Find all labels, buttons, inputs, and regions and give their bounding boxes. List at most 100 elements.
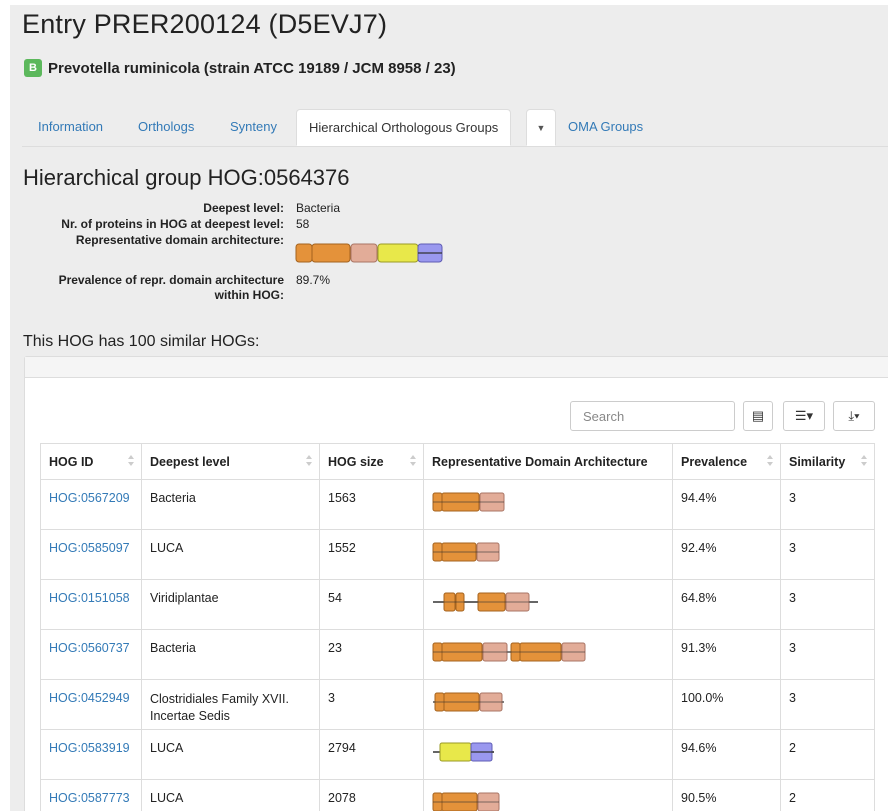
cell-hog-size: 2078 — [319, 779, 424, 811]
nr-proteins-label: Nr. of proteins in HOG at deepest level: — [61, 217, 284, 231]
download-icon[interactable]: ⤓▾ — [833, 401, 875, 431]
cell-similarity: 3 — [780, 479, 875, 530]
hog-id-link[interactable]: HOG:0583919 — [49, 741, 130, 755]
cell-domain-architecture — [423, 479, 673, 530]
domain-pink — [350, 243, 378, 263]
cell-similarity: 3 — [780, 629, 875, 680]
similar-hogs-panel: ▤ ☰▾ ⤓▾ HOG ID Deepest level HOG size Re… — [24, 356, 888, 811]
entry-tabs: Information Orthologs Synteny Hierarchic… — [22, 109, 888, 147]
cell-prevalence: 94.4% — [672, 479, 781, 530]
cell-hog-id: HOG:0567209 — [40, 479, 142, 530]
header-similarity[interactable]: Similarity — [780, 443, 875, 480]
tab-dropdown-caret-icon[interactable]: ▼ — [526, 109, 556, 146]
cell-similarity: 3 — [780, 529, 875, 580]
domain-architecture — [433, 592, 538, 612]
hog-id-link[interactable]: HOG:0151058 — [49, 591, 130, 605]
table-row: HOG:0452949 Clostridiales Family XVII. I… — [40, 679, 875, 730]
cell-deepest-level: LUCA — [141, 529, 320, 580]
nr-proteins-value: 58 — [296, 217, 310, 231]
entry-title: Entry PRER200124 (D5EVJ7) — [22, 9, 388, 39]
header-deepest-level[interactable]: Deepest level — [141, 443, 320, 480]
repr-arch-label: Representative domain architecture: — [75, 233, 284, 247]
sort-icon — [128, 455, 134, 467]
domain-badge: B — [24, 59, 42, 77]
cell-domain-architecture — [423, 529, 673, 580]
cell-hog-size: 54 — [319, 579, 424, 630]
hog-id-link[interactable]: HOG:0587773 — [49, 791, 130, 805]
domain-yellow — [439, 742, 472, 762]
hog-id-link[interactable]: HOG:0560737 — [49, 641, 130, 655]
cell-hog-size: 1563 — [319, 479, 424, 530]
domain-orange — [295, 243, 313, 263]
cell-domain-architecture — [423, 629, 673, 680]
header-label: Prevalence — [681, 454, 748, 469]
cell-hog-id: HOG:0452949 — [40, 679, 142, 730]
domain-architecture — [432, 642, 586, 662]
sort-icon — [861, 455, 867, 467]
deepest-level-value: Bacteria — [296, 201, 341, 215]
table-row: HOG:0151058 Viridiplantae 54 64.8% 3 — [40, 579, 875, 630]
cell-deepest-level: LUCA — [141, 779, 320, 811]
cell-prevalence: 100.0% — [672, 679, 781, 730]
domain-architecture — [432, 542, 500, 562]
hog-id-link[interactable]: HOG:0585097 — [49, 541, 130, 555]
cell-deepest-level: Bacteria — [141, 629, 320, 680]
tab-synteny[interactable]: Synteny — [230, 109, 277, 145]
panel-header — [25, 357, 888, 378]
cell-similarity: 2 — [780, 729, 875, 780]
header-domain-architecture: Representative Domain Architecture — [423, 443, 673, 480]
cell-hog-size: 23 — [319, 629, 424, 680]
prevalence-label-line1: Prevalence of repr. domain architecture — [58, 273, 284, 287]
page: Entry PRER200124 (D5EVJ7) B Prevotella r… — [10, 5, 888, 811]
cell-deepest-level: Viridiplantae — [141, 579, 320, 630]
cell-hog-id: HOG:0583919 — [40, 729, 142, 780]
list-dropdown-icon[interactable]: ☰▾ — [783, 401, 825, 431]
cell-similarity: 3 — [780, 679, 875, 730]
header-label: Similarity — [789, 454, 846, 469]
table-header-row: HOG ID Deepest level HOG size Representa… — [40, 443, 875, 480]
header-label: Deepest level — [150, 454, 230, 469]
similar-hogs-heading: This HOG has 100 similar HOGs: — [23, 333, 260, 350]
cell-domain-architecture — [423, 729, 673, 780]
tab-orthologs[interactable]: Orthologs — [138, 109, 194, 145]
header-prevalence[interactable]: Prevalence — [672, 443, 781, 480]
header-hog-id[interactable]: HOG ID — [40, 443, 142, 480]
sort-icon — [410, 455, 416, 467]
header-label: Representative Domain Architecture — [432, 454, 648, 469]
domain-yellow — [377, 243, 419, 263]
cell-domain-architecture — [423, 579, 673, 630]
deepest-level-label: Deepest level: — [203, 201, 284, 215]
hog-id-link[interactable]: HOG:0567209 — [49, 491, 130, 505]
species-line: B Prevotella ruminicola (strain ATCC 191… — [24, 57, 456, 79]
domain-architecture — [433, 742, 494, 762]
prevalence-label: Prevalence of repr. domain architecture w… — [24, 273, 284, 303]
similar-hogs-table: HOG ID Deepest level HOG size Representa… — [40, 443, 875, 811]
cell-prevalence: 94.6% — [672, 729, 781, 780]
prevalence-label-line2: within HOG: — [214, 288, 284, 302]
cell-domain-architecture — [423, 679, 673, 730]
search-input[interactable] — [570, 401, 735, 431]
cell-prevalence: 64.8% — [672, 579, 781, 630]
species-strain: (strain ATCC 19189 / JCM 8958 / 23) — [203, 59, 456, 77]
prevalence-value: 89.7% — [296, 273, 331, 287]
hog-id-link[interactable]: HOG:0452949 — [49, 691, 130, 705]
cell-similarity: 3 — [780, 579, 875, 630]
cell-hog-size: 2794 — [319, 729, 424, 780]
cell-domain-architecture — [423, 779, 673, 811]
table-row: HOG:0583919 LUCA 2794 94.6% 2 — [40, 729, 875, 780]
sort-icon — [767, 455, 773, 467]
columns-icon[interactable]: ▤ — [743, 401, 773, 431]
domain-architecture — [432, 492, 505, 512]
tab-information[interactable]: Information — [38, 109, 103, 145]
table-row: HOG:0560737 Bacteria 23 91.3% 3 — [40, 629, 875, 680]
domain-orange — [311, 243, 351, 263]
cell-hog-id: HOG:0560737 — [40, 629, 142, 680]
sort-icon — [306, 455, 312, 467]
header-hog-size[interactable]: HOG size — [319, 443, 424, 480]
hog-heading: Hierarchical group HOG:0564376 — [23, 165, 350, 190]
header-label: HOG ID — [49, 454, 94, 469]
cell-prevalence: 91.3% — [672, 629, 781, 680]
tab-hierarchical-orthologous-groups[interactable]: Hierarchical Orthologous Groups — [296, 109, 512, 146]
tab-oma-groups[interactable]: OMA Groups — [568, 109, 643, 145]
cell-deepest-level: Clostridiales Family XVII. Incertae Sedi… — [141, 679, 320, 730]
